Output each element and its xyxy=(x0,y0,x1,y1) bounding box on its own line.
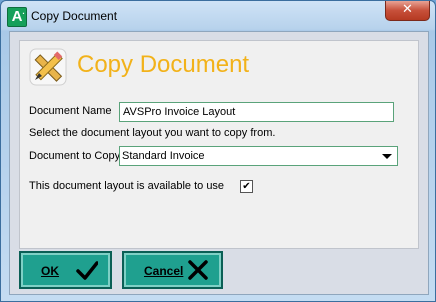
dialog-heading: Copy Document xyxy=(77,51,250,78)
cancel-button[interactable]: Cancel xyxy=(122,251,223,289)
dialog-window: A · Copy Document ✕ Copy Document Documen… xyxy=(0,0,436,302)
chevron-down-icon[interactable] xyxy=(382,154,392,159)
checkmark-icon xyxy=(76,261,98,280)
app-icon: A · xyxy=(7,7,27,27)
document-to-copy-label: Document to Copy xyxy=(29,150,121,162)
close-button[interactable]: ✕ xyxy=(385,1,430,21)
available-checkbox[interactable]: ✔ xyxy=(240,180,253,193)
cancel-button-label: Cancel xyxy=(144,264,184,278)
title-bar[interactable]: A · Copy Document ✕ xyxy=(1,1,435,31)
form-panel: Copy Document Document Name AVSPro Invoi… xyxy=(19,40,419,249)
app-icon-letter: A xyxy=(11,8,23,25)
dialog-client-area: Copy Document Document Name AVSPro Invoi… xyxy=(9,31,429,295)
cross-icon xyxy=(188,260,208,280)
pencil-ruler-icon xyxy=(29,48,67,86)
document-name-label: Document Name xyxy=(29,105,112,117)
instruction-text: Select the document layout you want to c… xyxy=(29,127,276,139)
ok-button-label: OK xyxy=(41,264,59,278)
window-title: Copy Document xyxy=(31,9,118,23)
ok-button[interactable]: OK xyxy=(19,251,112,289)
available-label: This document layout is available to use xyxy=(29,180,225,192)
document-to-copy-select[interactable]: Standard Invoice xyxy=(119,146,398,166)
document-name-field[interactable]: AVSPro Invoice Layout xyxy=(119,102,394,122)
document-to-copy-value: Standard Invoice xyxy=(122,150,205,162)
